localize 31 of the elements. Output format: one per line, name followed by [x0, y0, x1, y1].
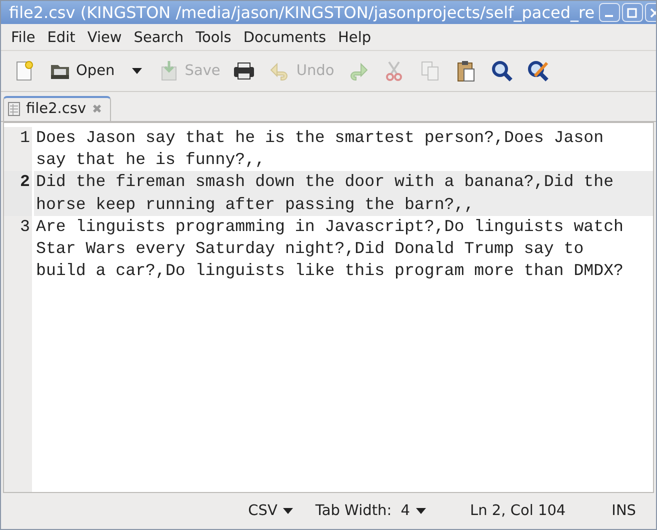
menu-item[interactable]: View [81, 30, 128, 46]
line-number: 3 [19, 216, 31, 238]
menu-item[interactable]: Help [332, 30, 378, 46]
minimize-button[interactable] [598, 3, 620, 22]
language-selector[interactable]: CSV [248, 503, 294, 519]
menu-item[interactable]: Tools [190, 30, 238, 46]
code-line: Are linguists programming in Javascript?,Do linguists watch Star Wars every Saturday night?,Did Donald Trump say to build a car?,Do linguists like this program more than DMDX? [36, 216, 625, 282]
maximize-icon [626, 6, 638, 18]
minimize-icon [604, 14, 614, 16]
window-title: file2.csv (KINGSTON /media/jason/KINGSTON/jasonprojects/self_paced_re [9, 3, 595, 22]
menu-item[interactable]: Documents [237, 30, 332, 46]
spreadsheet-file-icon [8, 102, 20, 116]
cursor-position: Ln 2, Col 104 [470, 503, 566, 519]
search-icon [490, 59, 514, 83]
caret-icon [132, 68, 142, 74]
menu-item[interactable]: File [5, 30, 42, 46]
code-line: Does Jason say that he is the smartest person?,Does Jason say that he is funny?,, [36, 127, 605, 172]
maximize-button[interactable] [622, 3, 643, 22]
line-number: 2 [4, 171, 32, 216]
tab-label: file2.csv [26, 101, 86, 117]
magnifier-pencil-icon [526, 59, 550, 83]
menu-item[interactable]: Edit [41, 30, 82, 46]
caret-icon [283, 508, 294, 514]
insert-mode: INS [612, 503, 636, 519]
line-number: 1 [19, 127, 31, 149]
document-tab[interactable]: file2.csv ✖ [3, 96, 112, 121]
caret-icon [416, 508, 426, 514]
open-button[interactable]: Open [43, 57, 120, 85]
code-line: Did the fireman smash down the door with a banana?,Did the horse keep running after passing the barn?,, [36, 171, 615, 216]
tab-width-selector[interactable]: Tab Width: 4 [315, 503, 426, 519]
menu-item[interactable]: Search [128, 30, 190, 46]
